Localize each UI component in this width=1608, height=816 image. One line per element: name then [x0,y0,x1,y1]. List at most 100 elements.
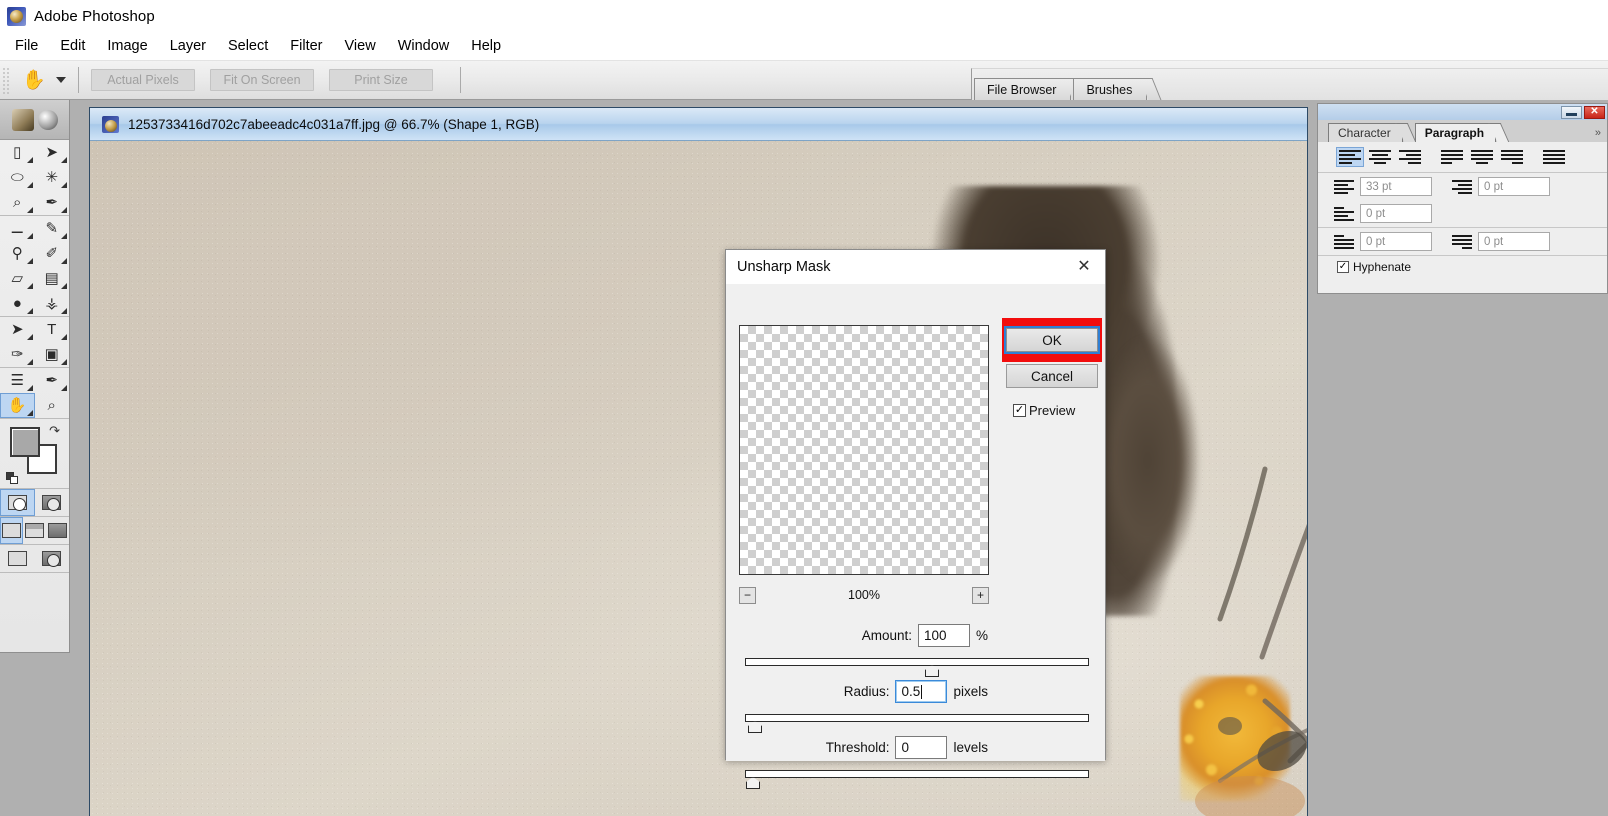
full-screen-icon [48,523,67,538]
lasso-tool[interactable]: ⬭ [0,165,35,190]
marquee-tool[interactable]: ▯ [0,140,35,165]
notes-tool[interactable]: ☰ [0,368,35,393]
slice-tool[interactable]: ✒ [35,190,70,215]
brush-tool[interactable]: ✎ [35,216,70,241]
justify-all-button[interactable] [1540,147,1568,167]
radius-slider-handle[interactable] [748,721,762,733]
justify-last-right-button[interactable] [1498,147,1526,167]
zoom-in-button[interactable]: + [971,586,989,604]
justify-last-left-button[interactable] [1438,147,1466,167]
swap-colors-icon[interactable]: ↷ [49,424,60,437]
tab-brushes[interactable]: Brushes [1073,78,1148,100]
hyphenate-row[interactable]: ✓ Hyphenate [1318,256,1607,278]
type-tool[interactable]: T [35,317,70,342]
print-size-button[interactable]: Print Size [329,69,433,91]
menu-filter[interactable]: Filter [279,35,333,57]
close-button[interactable]: ✕ [1584,105,1605,119]
quick-mask-mode-button[interactable] [35,489,70,516]
indent-first-line-field[interactable]: 0 pt [1360,204,1432,223]
eraser-tool[interactable]: ▱ [0,266,35,291]
jump-to-button[interactable] [35,545,70,572]
move-tool[interactable]: ➤ [35,140,70,165]
align-left-button[interactable] [1336,147,1364,167]
color-swatches: ↷ [0,419,69,489]
tool-group-selection: ▯ ➤ ⬭ ✳ ⌕ ✒ [0,140,69,216]
tool-palette-header [0,100,69,140]
menu-file[interactable]: File [4,35,49,57]
chevron-down-icon[interactable] [56,77,66,83]
indent-right-field[interactable]: 0 pt [1478,177,1550,196]
crop-tool[interactable]: ⌕ [0,190,35,215]
hand-tool-icon[interactable]: ✋ [15,65,53,95]
app-titlebar: Adobe Photoshop [0,0,1608,32]
tool-group-retouch: ⚊ ✎ ⚲ ✐ ▱ ▤ ● ⚶ [0,216,69,317]
path-selection-tool[interactable]: ➤ [0,317,35,342]
amount-unit: % [975,628,988,643]
close-icon[interactable]: ✕ [1069,254,1099,280]
amount-label: Amount: [861,628,912,643]
preview-checkbox-row[interactable]: ✓ Preview [1013,403,1075,418]
clone-stamp-tool[interactable]: ⚲ [0,241,35,266]
indent-right-margin-icon [1452,179,1472,195]
menu-layer[interactable]: Layer [159,35,217,57]
pen-tool[interactable]: ✑ [0,342,35,367]
zoom-out-button[interactable]: − [739,586,756,604]
standard-screen-mode-button[interactable] [0,517,23,544]
align-center-button[interactable] [1366,147,1394,167]
history-brush-tool[interactable]: ✐ [35,241,70,266]
palette-tab-bar: File Browser Brushes [971,68,1608,100]
cancel-button[interactable]: Cancel [1006,364,1098,388]
menu-image[interactable]: Image [96,35,158,57]
blur-tool[interactable]: ● [0,291,35,316]
threshold-slider-track[interactable] [745,770,1089,789]
hyphenate-checkbox[interactable]: ✓ [1337,261,1349,273]
space-before-field[interactable]: 0 pt [1360,232,1432,251]
foreground-color-swatch[interactable] [10,427,40,457]
menu-select[interactable]: Select [217,35,279,57]
align-right-button[interactable] [1396,147,1424,167]
healing-brush-tool[interactable]: ⚊ [0,216,35,241]
default-colors-icon[interactable] [6,472,18,484]
image-canvas[interactable] [90,141,1307,816]
full-screen-mode-button[interactable] [46,517,69,544]
minimize-button[interactable] [1561,105,1582,119]
full-screen-menubar-mode-button[interactable] [23,517,46,544]
magic-wand-tool[interactable]: ✳ [35,165,70,190]
menu-window[interactable]: Window [387,35,461,57]
full-screen-menubar-icon [25,523,44,538]
justify-last-center-button[interactable] [1468,147,1496,167]
rectangle-shape-tool[interactable]: ▣ [35,342,70,367]
space-after-field[interactable]: 0 pt [1478,232,1550,251]
tab-paragraph[interactable]: Paragraph [1414,123,1497,142]
tab-character[interactable]: Character [1328,123,1403,142]
hand-tool[interactable]: ✋ [0,393,35,418]
paragraph-panel-titlebar[interactable]: ✕ [1318,104,1607,120]
chevron-expand-icon[interactable]: » [1595,127,1601,139]
tab-file-browser[interactable]: File Browser [974,78,1072,100]
radius-input[interactable]: 0.5 [895,680,948,703]
radius-slider-track[interactable] [745,714,1089,733]
menu-help[interactable]: Help [460,35,512,57]
amount-input[interactable]: 100 [917,624,970,647]
threshold-input[interactable]: 0 [895,736,948,759]
preview-checkbox[interactable]: ✓ [1013,404,1026,417]
indent-left-field[interactable]: 33 pt [1360,177,1432,196]
menu-edit[interactable]: Edit [49,35,96,57]
zoom-tool[interactable]: ⌕ [35,393,70,418]
paragraph-indent-section: 33 pt 0 pt 0 pt [1318,173,1607,228]
dodge-tool[interactable]: ⚶ [35,291,70,316]
menu-view[interactable]: View [334,35,387,57]
jump-to-imageready-button[interactable] [0,545,35,572]
ok-button[interactable]: OK [1004,326,1100,354]
amount-slider-handle[interactable] [925,665,939,677]
options-bar-grip[interactable] [2,65,11,95]
actual-pixels-button[interactable]: Actual Pixels [91,69,195,91]
dialog-titlebar[interactable]: Unsharp Mask ✕ [726,250,1105,284]
gradient-tool[interactable]: ▤ [35,266,70,291]
standard-mask-mode-button[interactable] [0,489,35,516]
document-titlebar[interactable]: 1253733416d702c7abeeadc4c031a7ff.jpg @ 6… [90,108,1307,141]
filter-preview[interactable] [739,325,989,575]
eyedropper-tool[interactable]: ✒ [35,368,70,393]
amount-slider-track[interactable] [745,658,1089,677]
fit-on-screen-button[interactable]: Fit On Screen [210,69,314,91]
